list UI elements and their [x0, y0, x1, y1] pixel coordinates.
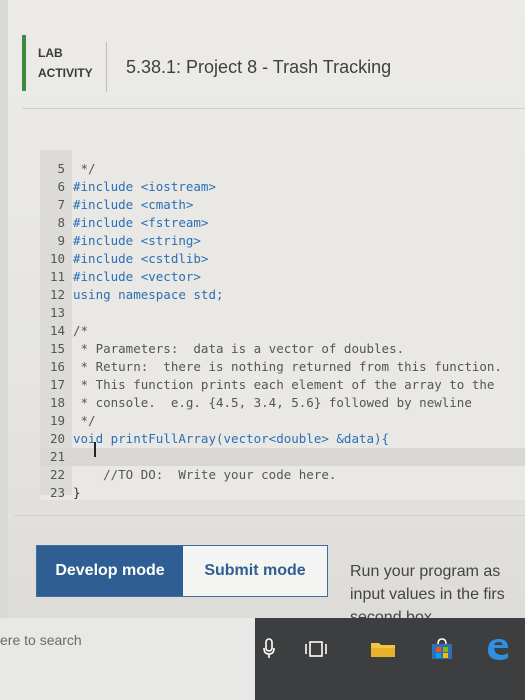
code-line-active[interactable]: 21 — [40, 448, 525, 466]
code-line[interactable]: 12 using namespace std; — [40, 286, 525, 304]
code-line[interactable]: 11 #include <vector> — [40, 268, 525, 286]
title-divider — [106, 42, 107, 92]
code-line[interactable]: 8 #include <fstream> — [40, 214, 525, 232]
code-line[interactable]: 19 */ — [40, 412, 525, 430]
page-title: 5.38.1: Project 8 - Trash Tracking — [126, 57, 392, 77]
text-cursor — [94, 442, 96, 457]
code-line[interactable]: 13 — [40, 304, 525, 322]
code-line[interactable]: 9 #include <string> — [40, 232, 525, 250]
windows-taskbar: ere to search — [0, 618, 525, 700]
code-line[interactable]: 20 void printFullArray(vector<double> &da… — [40, 430, 525, 448]
code-line[interactable]: 7 #include <cmath> — [40, 196, 525, 214]
taskbar-search-box[interactable]: ere to search — [0, 618, 255, 700]
code-line[interactable]: 5 */ — [40, 160, 525, 178]
code-line[interactable]: 6 #include <iostream> — [40, 178, 525, 196]
develop-mode-button[interactable]: Develop mode — [37, 546, 183, 596]
code-line[interactable]: 18 * console. e.g. {4.5, 3.4, 5.6} follo… — [40, 394, 525, 412]
code-line[interactable]: 22 //TO DO: Write your code here. — [40, 466, 525, 484]
store-icon[interactable] — [430, 638, 454, 660]
code-line[interactable]: 17 * This function prints each element o… — [40, 376, 525, 394]
code-line[interactable]: 10 #include <cstdlib> — [40, 250, 525, 268]
submit-mode-button[interactable]: Submit mode — [183, 546, 327, 596]
mode-toggle: Develop mode Submit mode — [36, 545, 328, 597]
file-explorer-icon[interactable] — [370, 640, 396, 658]
code-line[interactable]: 14/* — [40, 322, 525, 340]
header-divider — [22, 108, 525, 109]
microphone-icon[interactable] — [262, 638, 276, 660]
task-view-icon[interactable] — [305, 640, 327, 658]
code-line[interactable]: 15 * Parameters: data is a vector of dou… — [40, 340, 525, 358]
code-line[interactable]: 16 * Return: there is nothing returned f… — [40, 358, 525, 376]
editor-divider — [14, 515, 525, 516]
code-line[interactable]: 23} — [40, 484, 525, 502]
search-placeholder: ere to search — [0, 632, 82, 648]
edge-browser-icon[interactable] — [485, 636, 511, 662]
